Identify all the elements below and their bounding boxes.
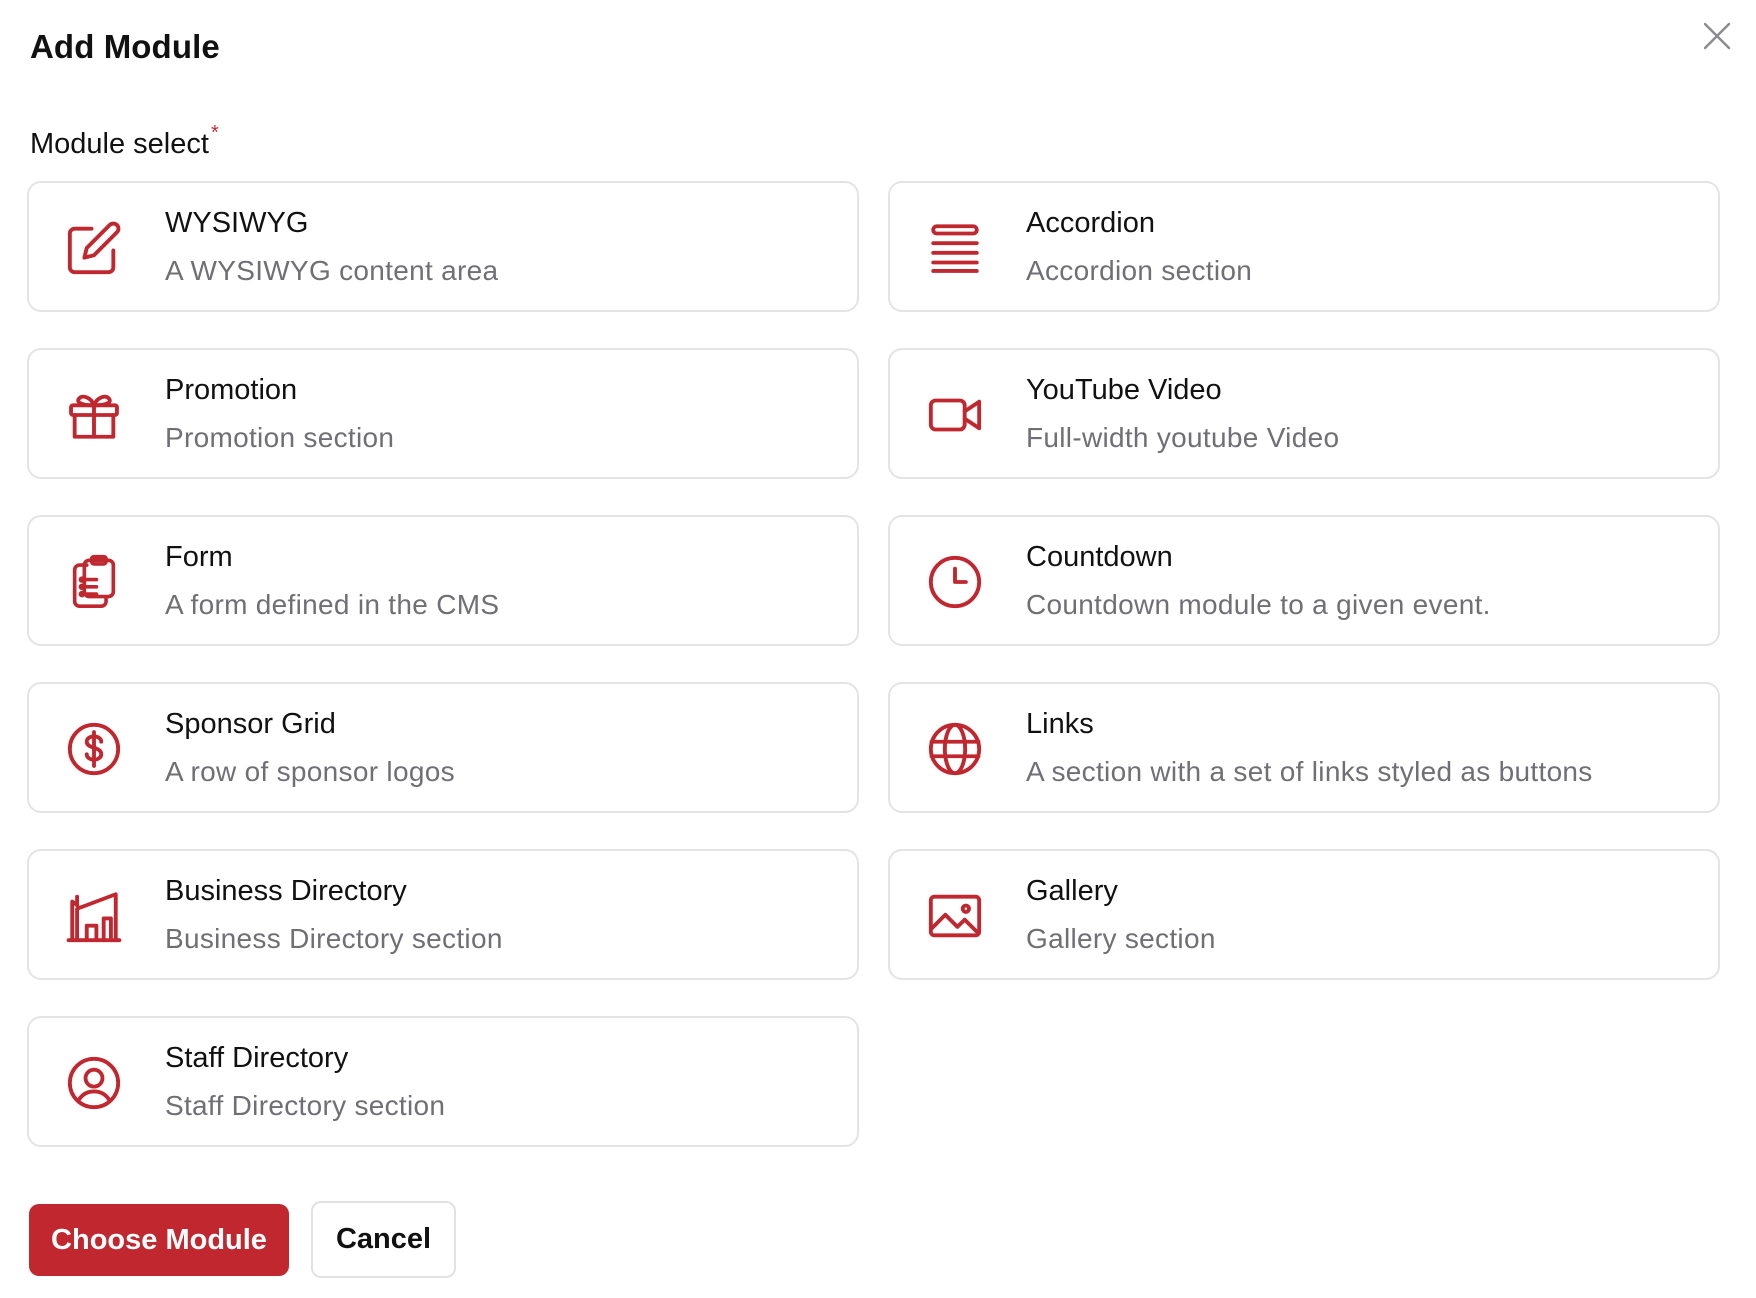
module-description: Gallery section — [1026, 923, 1216, 954]
module-option-links[interactable]: Links A section with a set of links styl… — [888, 682, 1720, 813]
module-option-countdown[interactable]: Countdown Countdown module to a given ev… — [888, 515, 1720, 646]
module-name: Accordion — [1026, 207, 1155, 239]
video-camera-icon — [924, 384, 986, 446]
module-description: Promotion section — [165, 422, 395, 453]
accordion-lines-icon — [924, 217, 986, 279]
choose-module-button[interactable]: Choose Module — [29, 1204, 289, 1276]
close-button[interactable] — [1695, 14, 1739, 58]
module-option-business-directory[interactable]: Business Directory Business Directory se… — [27, 849, 859, 980]
clipboard-list-icon — [63, 551, 125, 613]
edit-icon — [63, 217, 125, 279]
module-option-form[interactable]: Form A form defined in the CMS — [27, 515, 859, 646]
module-description: A row of sponsor logos — [165, 756, 455, 787]
close-icon — [1703, 22, 1731, 50]
module-option-sponsor-grid[interactable]: Sponsor Grid A row of sponsor logos — [27, 682, 859, 813]
module-description: Staff Directory section — [165, 1090, 446, 1121]
module-select-label: Module select * — [30, 122, 219, 161]
module-description: Accordion section — [1026, 255, 1253, 286]
add-module-dialog: Add Module Module select * WYSIWYG A WYSI… — [0, 0, 1756, 1298]
gift-icon — [63, 384, 125, 446]
module-option-youtube-video[interactable]: YouTube Video Full-width youtube Video — [888, 348, 1720, 479]
module-description: Business Directory section — [165, 923, 503, 954]
module-name: Form — [165, 541, 233, 573]
module-name: YouTube Video — [1026, 374, 1222, 406]
clock-icon — [924, 551, 986, 613]
module-description: Full-width youtube Video — [1026, 422, 1340, 453]
module-select-label-text: Module select — [30, 128, 209, 160]
module-option-gallery[interactable]: Gallery Gallery section — [888, 849, 1720, 980]
building-icon — [63, 885, 125, 947]
module-name: Gallery — [1026, 875, 1118, 907]
module-description: Countdown module to a given event. — [1026, 589, 1491, 620]
module-option-staff-directory[interactable]: Staff Directory Staff Directory section — [27, 1016, 859, 1147]
module-name: Business Directory — [165, 875, 407, 907]
module-option-accordion[interactable]: Accordion Accordion section — [888, 181, 1720, 312]
module-description: A WYSIWYG content area — [165, 255, 499, 286]
required-indicator: * — [210, 122, 219, 144]
module-name: Links — [1026, 708, 1094, 740]
module-option-wysiwyg[interactable]: WYSIWYG A WYSIWYG content area — [27, 181, 859, 312]
dialog-title: Add Module — [30, 28, 220, 65]
module-option-promotion[interactable]: Promotion Promotion section — [27, 348, 859, 479]
module-name: Promotion — [165, 374, 298, 406]
module-name: Countdown — [1026, 541, 1173, 573]
dollar-circle-icon — [63, 718, 125, 780]
globe-icon — [924, 718, 986, 780]
cancel-button[interactable]: Cancel — [311, 1201, 456, 1278]
module-description: A form defined in the CMS — [165, 589, 500, 620]
module-name: WYSIWYG — [165, 207, 309, 239]
image-icon — [924, 885, 986, 947]
module-description: A section with a set of links styled as … — [1026, 756, 1593, 787]
module-name: Staff Directory — [165, 1042, 349, 1074]
user-circle-icon — [63, 1052, 125, 1114]
module-name: Sponsor Grid — [165, 708, 336, 740]
